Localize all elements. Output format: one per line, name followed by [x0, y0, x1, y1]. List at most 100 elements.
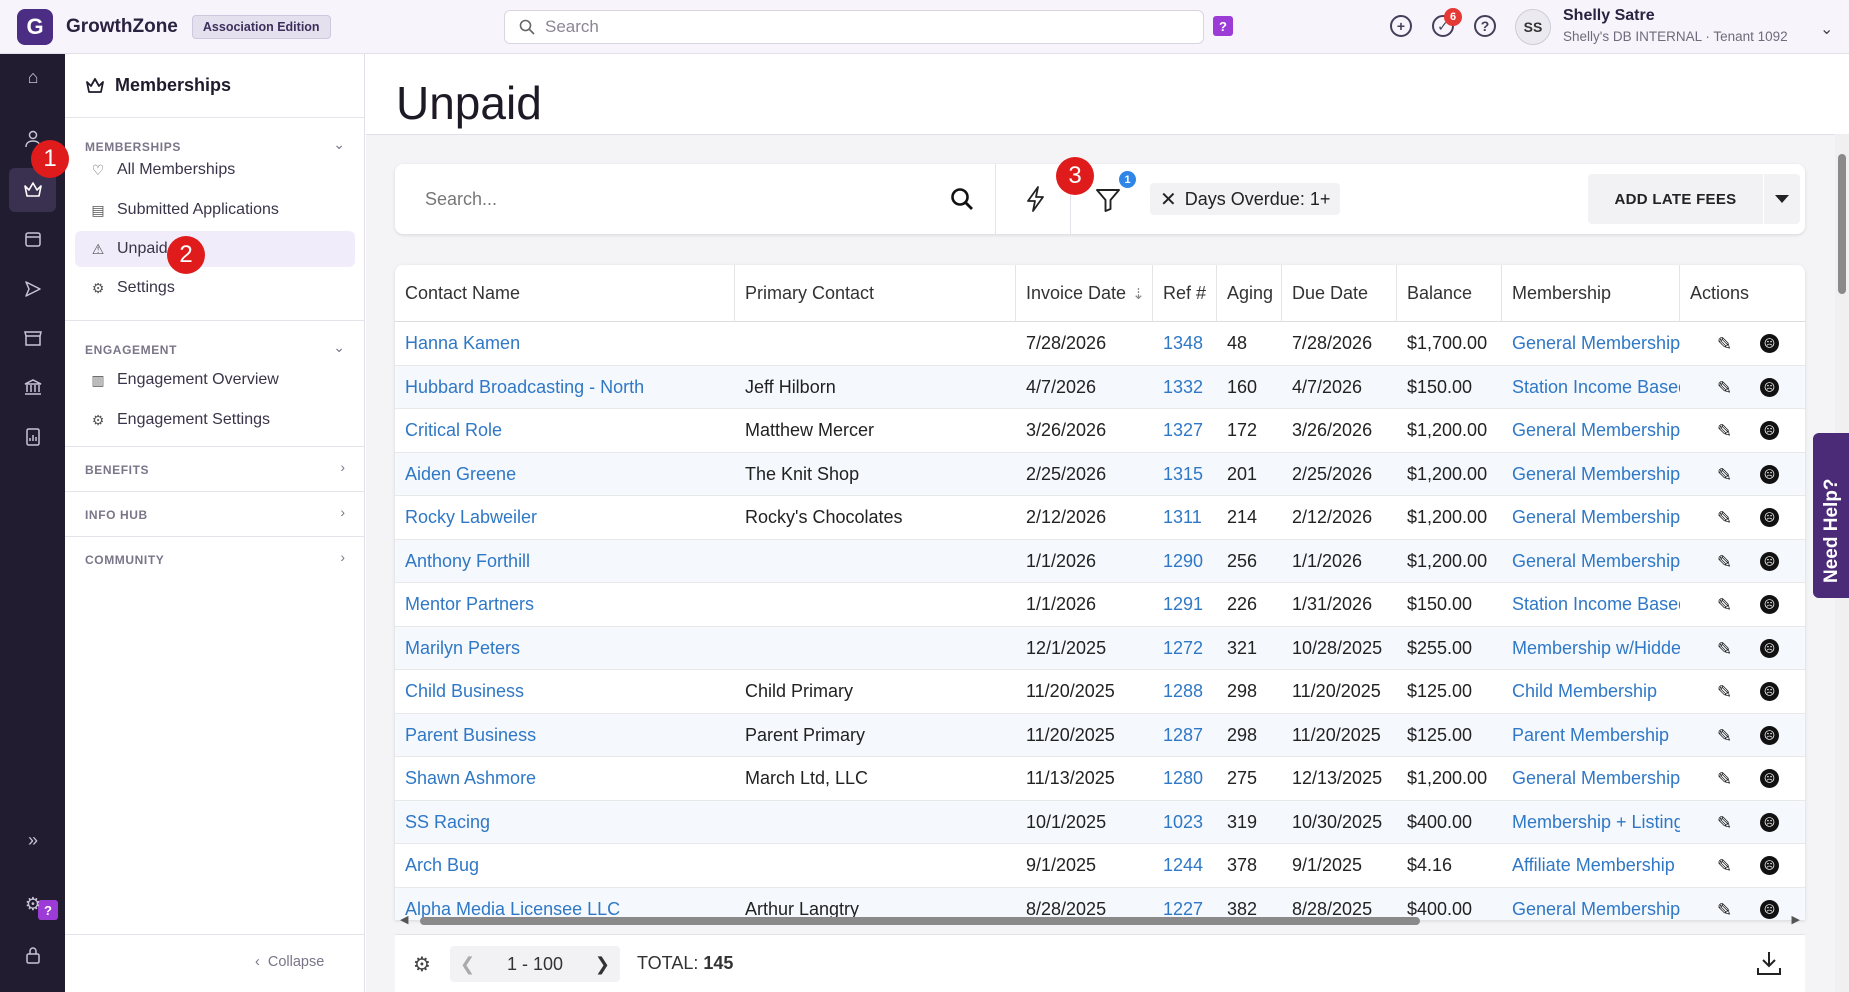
write-off-icon[interactable]: ☹ — [1760, 769, 1779, 788]
write-off-icon[interactable]: ☹ — [1760, 421, 1779, 440]
write-off-icon[interactable]: ☹ — [1760, 638, 1779, 658]
help-question-icon[interactable]: ? — [1213, 16, 1233, 36]
sidebar-item-unpaid[interactable]: ⚠ Unpaid — [75, 231, 355, 267]
column-header[interactable]: Primary Contact — [735, 265, 1016, 322]
table-cell[interactable]: 1311 — [1153, 496, 1217, 540]
table-row[interactable]: Arch Bug 9/1/2025 1244 378 9/1/2025 $4.16 Affi… — [395, 844, 1805, 888]
table-cell[interactable]: SS Racing — [395, 801, 735, 845]
table-row[interactable]: Aiden Greene The Knit Shop 2/25/2026 1315 20… — [395, 452, 1805, 497]
table-row[interactable]: Shawn Ashmore March Ltd, LLC 11/13/2025 128… — [395, 757, 1805, 801]
table-row[interactable]: Rocky Labweiler Rocky's Chocolates 2/12/20… — [395, 496, 1805, 540]
send-icon[interactable] — [20, 276, 46, 302]
table-cell[interactable]: Hubbard Broadcasting - North — [395, 366, 735, 410]
table-cell[interactable]: 1348 — [1153, 322, 1217, 366]
table-cell[interactable]: 1288 — [1153, 670, 1217, 714]
sidebar-item-settings[interactable]: ⚙ Settings — [75, 270, 355, 306]
table-row[interactable]: Hanna Kamen 7/28/2026 1348 48 7/28/2026 $1,70… — [395, 322, 1805, 366]
edit-icon[interactable]: ✎ — [1717, 595, 1732, 616]
edit-icon[interactable]: ✎ — [1717, 682, 1732, 703]
edit-icon[interactable]: ✎ — [1717, 856, 1732, 877]
calendar-icon[interactable] — [20, 226, 46, 252]
table-row[interactable]: Marilyn Peters 12/1/2025 1272 321 10/28/2025… — [395, 626, 1805, 671]
edit-icon[interactable]: ✎ — [1717, 639, 1732, 660]
table-cell[interactable]: 1287 — [1153, 714, 1217, 758]
table-cell[interactable]: Child Membership — [1502, 670, 1680, 714]
add-late-fees-button[interactable]: ADD LATE FEES — [1588, 174, 1763, 224]
grid-search-input[interactable]: Search... — [425, 189, 497, 210]
download-icon[interactable] — [1755, 949, 1783, 977]
report-icon[interactable] — [20, 424, 46, 450]
write-off-icon[interactable]: ☹ — [1760, 856, 1779, 875]
avatar[interactable]: SS — [1515, 9, 1551, 45]
table-cell[interactable]: Child Business — [395, 670, 735, 714]
table-row[interactable]: Mentor Partners 1/1/2026 1291 226 1/31/2026 $… — [395, 583, 1805, 627]
late-fees-dropdown[interactable] — [1764, 174, 1800, 224]
table-cell[interactable]: General Membership — [1502, 453, 1680, 497]
table-row[interactable]: Child Business Child Primary 11/20/2025 128… — [395, 670, 1805, 714]
edit-icon[interactable]: ✎ — [1717, 421, 1732, 442]
table-row[interactable]: Parent Business Parent Primary 11/20/2025 1… — [395, 713, 1805, 758]
filter-icon[interactable] — [1095, 188, 1121, 212]
need-help-tab[interactable]: Need Help? — [1813, 433, 1849, 598]
column-header[interactable]: Contact Name — [395, 265, 735, 322]
table-cell[interactable]: Station Income Based — [1502, 583, 1680, 627]
table-cell[interactable]: Membership + Listing — [1502, 801, 1680, 845]
column-header[interactable]: Membership — [1502, 265, 1680, 322]
gear-icon[interactable]: ⚙ — [413, 952, 431, 977]
section-info-hub[interactable]: INFO HUB › — [65, 492, 365, 537]
table-cell[interactable]: Rocky Labweiler — [395, 496, 735, 540]
edit-icon[interactable]: ✎ — [1717, 465, 1732, 486]
section-community[interactable]: COMMUNITY › — [65, 537, 365, 582]
table-cell[interactable]: Critical Role — [395, 409, 735, 453]
scrollbar-thumb[interactable] — [420, 917, 1420, 925]
table-cell[interactable]: 1327 — [1153, 409, 1217, 453]
sidebar-item-engagement-settings[interactable]: ⚙ Engagement Settings — [75, 402, 355, 438]
bank-icon[interactable] — [20, 374, 46, 400]
column-header[interactable]: Ref # — [1153, 265, 1217, 322]
crown-icon[interactable] — [20, 177, 46, 203]
column-header[interactable]: Due Date — [1282, 265, 1397, 322]
filter-chip-days-overdue[interactable]: ✕ Days Overdue: 1+ — [1150, 183, 1341, 215]
table-cell[interactable]: General Membership — [1502, 409, 1680, 453]
edit-icon[interactable]: ✎ — [1717, 334, 1732, 355]
table-cell[interactable]: 1332 — [1153, 366, 1217, 410]
write-off-icon[interactable]: ☹ — [1760, 551, 1779, 571]
table-cell[interactable]: Station Income Based — [1502, 366, 1680, 410]
table-cell[interactable]: 1023 — [1153, 801, 1217, 845]
write-off-icon[interactable]: ☹ — [1760, 464, 1779, 484]
table-row[interactable]: SS Racing 10/1/2025 1023 319 10/30/2025 $400.… — [395, 800, 1805, 845]
add-icon[interactable]: + — [1390, 15, 1412, 37]
table-cell[interactable]: 1280 — [1153, 757, 1217, 801]
collapse-button[interactable]: ‹ Collapse — [255, 954, 324, 970]
table-cell[interactable]: Hanna Kamen — [395, 322, 735, 366]
table-cell[interactable]: 1272 — [1153, 627, 1217, 671]
write-off-icon[interactable]: ☹ — [1760, 725, 1779, 745]
table-cell[interactable]: Shawn Ashmore — [395, 757, 735, 801]
write-off-icon[interactable]: ☹ — [1760, 334, 1779, 353]
sidebar-item-engagement-overview[interactable]: ▥ Engagement Overview — [75, 362, 355, 398]
table-cell[interactable]: Arch Bug — [395, 844, 735, 888]
chevron-down-icon[interactable]: ⌄ — [333, 339, 345, 356]
next-page-icon[interactable]: ❯ — [595, 954, 610, 975]
table-cell[interactable]: Aiden Greene — [395, 453, 735, 497]
section-label[interactable]: ENGAGEMENT — [85, 343, 177, 357]
table-cell[interactable]: Mentor Partners — [395, 583, 735, 627]
edit-icon[interactable]: ✎ — [1717, 813, 1732, 834]
section-benefits[interactable]: BENEFITS › — [65, 447, 365, 492]
edit-icon[interactable]: ✎ — [1717, 378, 1732, 399]
lock-icon[interactable] — [20, 942, 46, 968]
help-circle-icon[interactable]: ? — [1474, 15, 1496, 37]
table-row[interactable]: Critical Role Matthew Mercer 3/26/2026 1327… — [395, 409, 1805, 453]
write-off-icon[interactable]: ☹ — [1760, 377, 1779, 397]
table-cell[interactable]: Anthony Forthill — [395, 540, 735, 584]
lightning-icon[interactable] — [1025, 186, 1047, 212]
write-off-icon[interactable]: ☹ — [1760, 682, 1779, 701]
table-cell[interactable]: 1315 — [1153, 453, 1217, 497]
table-cell[interactable]: Marilyn Peters — [395, 627, 735, 671]
edit-icon[interactable]: ✎ — [1717, 769, 1732, 790]
scrollbar-thumb[interactable] — [1838, 154, 1846, 294]
table-cell[interactable]: Parent Business — [395, 714, 735, 758]
table-cell[interactable]: 1290 — [1153, 540, 1217, 584]
column-header[interactable]: Aging — [1217, 265, 1282, 322]
sidebar-item-submitted-applications[interactable]: ▤ Submitted Applications — [75, 192, 355, 228]
